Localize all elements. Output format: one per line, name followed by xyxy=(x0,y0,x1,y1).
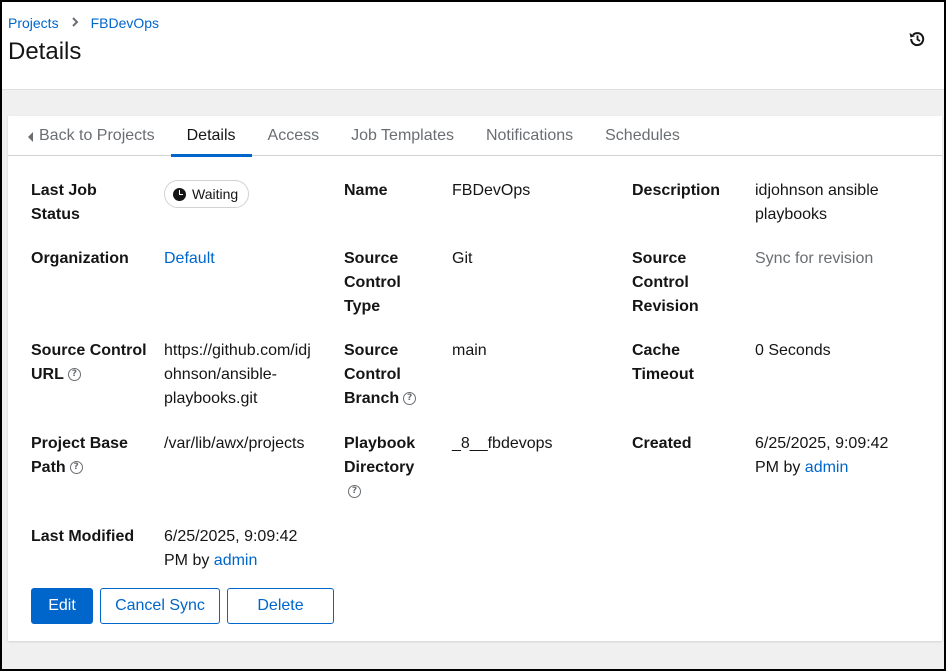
last-job-status-label: Last Job Status xyxy=(31,179,97,227)
project-base-path-label: Project Base Path? xyxy=(31,432,128,480)
tab-details[interactable]: Details xyxy=(170,116,252,157)
status-badge[interactable]: Waiting xyxy=(164,180,250,208)
label-line: Source xyxy=(344,342,399,359)
description-label: Description xyxy=(632,182,721,199)
value-line: ohnson/ansible- xyxy=(164,366,277,383)
label-line: Control xyxy=(344,274,401,291)
breadcrumb-project-link[interactable]: FBDevOps xyxy=(91,15,159,31)
tab-back-to-projects[interactable]: Back to Projects xyxy=(8,116,171,156)
label-line: Timeout xyxy=(632,366,694,383)
value-line: idjohnson ansible xyxy=(755,182,879,199)
label-line: Source xyxy=(344,250,399,267)
clock-icon xyxy=(173,187,186,201)
name-label: Name xyxy=(344,182,388,199)
history-icon xyxy=(909,32,925,47)
label-line: Source Control xyxy=(31,342,147,359)
value-line: PM by admin xyxy=(164,549,297,573)
tab-schedules[interactable]: Schedules xyxy=(589,116,696,156)
source-control-type-value: Git xyxy=(452,250,473,267)
tab-bar: Back to Projects Details Access Job Temp… xyxy=(8,116,942,157)
tab-label: Schedules xyxy=(605,127,680,144)
details-card: Back to Projects Details Access Job Temp… xyxy=(8,116,942,641)
label-line: Project Base xyxy=(31,435,128,452)
value-line: playbooks.git xyxy=(164,390,258,407)
source-control-branch-value: main xyxy=(452,342,487,359)
label-line: Status xyxy=(31,206,80,223)
source-control-url-value: https://github.com/idj ohnson/ansible- p… xyxy=(164,339,311,411)
label-line: Branch? xyxy=(344,387,417,411)
cache-timeout-label: Cache Timeout xyxy=(632,339,694,387)
breadcrumb: Projects FBDevOps xyxy=(8,15,159,31)
created-label: Created xyxy=(632,435,692,452)
label-line: Type xyxy=(344,298,381,315)
source-control-branch-label: Source Control Branch? xyxy=(344,339,417,411)
last-modified-value: 6/25/2025, 9:09:42 PM by admin xyxy=(164,525,297,573)
description-value: idjohnson ansible playbooks xyxy=(755,179,879,227)
label-line: Last Job xyxy=(31,182,97,199)
tab-job-templates[interactable]: Job Templates xyxy=(335,116,470,156)
tab-label: Details xyxy=(186,127,236,144)
playbook-directory-label: Playbook Directory ? xyxy=(344,432,415,504)
tab-access[interactable]: Access xyxy=(252,116,336,156)
window-frame: Projects FBDevOps Details Back to Projec… xyxy=(0,0,946,671)
tab-label: Notifications xyxy=(485,127,574,144)
value-line: playbooks xyxy=(755,206,828,223)
breadcrumb-projects-link[interactable]: Projects xyxy=(8,15,59,31)
label-line: URL? xyxy=(31,363,147,387)
label-text: Path xyxy=(31,459,66,476)
value-line: PM by admin xyxy=(755,456,888,480)
source-control-type-label: Source Control Type xyxy=(344,247,401,319)
chevron-right-icon xyxy=(71,16,79,30)
label-line: Path? xyxy=(31,456,128,480)
help-icon[interactable]: ? xyxy=(403,392,417,406)
value-text: PM by xyxy=(164,552,214,569)
name-value: FBDevOps xyxy=(452,182,531,199)
playbook-directory-value: _8__fbdevops xyxy=(452,435,553,452)
value-line: https://github.com/idj xyxy=(164,342,311,359)
status-text: Waiting xyxy=(192,186,239,202)
label-line: Playbook xyxy=(344,435,416,452)
page-header: Projects FBDevOps Details xyxy=(2,2,944,90)
page-title: Details xyxy=(8,38,82,65)
tab-label: Back to Projects xyxy=(39,127,155,144)
delete-button[interactable]: Delete xyxy=(227,588,334,624)
organization-value: Default xyxy=(164,247,215,271)
caret-left-icon xyxy=(28,131,33,142)
label-line: Control xyxy=(632,274,689,291)
label-line: Directory xyxy=(344,459,415,476)
tab-notifications[interactable]: Notifications xyxy=(470,116,589,156)
value-line: 6/25/2025, 9:09:42 xyxy=(755,435,889,452)
source-control-revision-label: Source Control Revision xyxy=(632,247,699,319)
tab-label: Access xyxy=(267,127,320,144)
help-icon[interactable]: ? xyxy=(67,368,81,382)
label-text: URL xyxy=(31,366,64,383)
edit-button[interactable]: Edit xyxy=(31,588,93,624)
help-icon[interactable]: ? xyxy=(69,461,83,475)
created-by-user-link[interactable]: admin xyxy=(805,459,849,476)
label-line: Control xyxy=(344,366,401,383)
modified-by-user-link[interactable]: admin xyxy=(214,552,258,569)
label-line: Cache xyxy=(632,342,681,359)
label-line: Revision xyxy=(632,298,699,315)
organization-link[interactable]: Default xyxy=(164,250,215,267)
label-line: Source xyxy=(632,250,687,267)
label-text: Branch xyxy=(344,390,400,407)
cancel-sync-button[interactable]: Cancel Sync xyxy=(100,588,220,624)
project-base-path-value: /var/lib/awx/projects xyxy=(164,435,305,452)
source-control-revision-value: Sync for revision xyxy=(755,250,874,267)
label-line: ? xyxy=(344,480,415,504)
value-line: 6/25/2025, 9:09:42 xyxy=(164,528,298,545)
cache-timeout-value: 0 Seconds xyxy=(755,342,831,359)
source-control-url-label: Source Control URL? xyxy=(31,339,147,387)
tab-label: Job Templates xyxy=(351,127,454,144)
organization-label: Organization xyxy=(31,250,129,267)
help-icon[interactable]: ? xyxy=(348,485,361,499)
history-button[interactable] xyxy=(906,28,928,50)
last-modified-label: Last Modified xyxy=(31,528,135,545)
value-text: PM by xyxy=(755,459,805,476)
created-value: 6/25/2025, 9:09:42 PM by admin xyxy=(755,432,888,480)
